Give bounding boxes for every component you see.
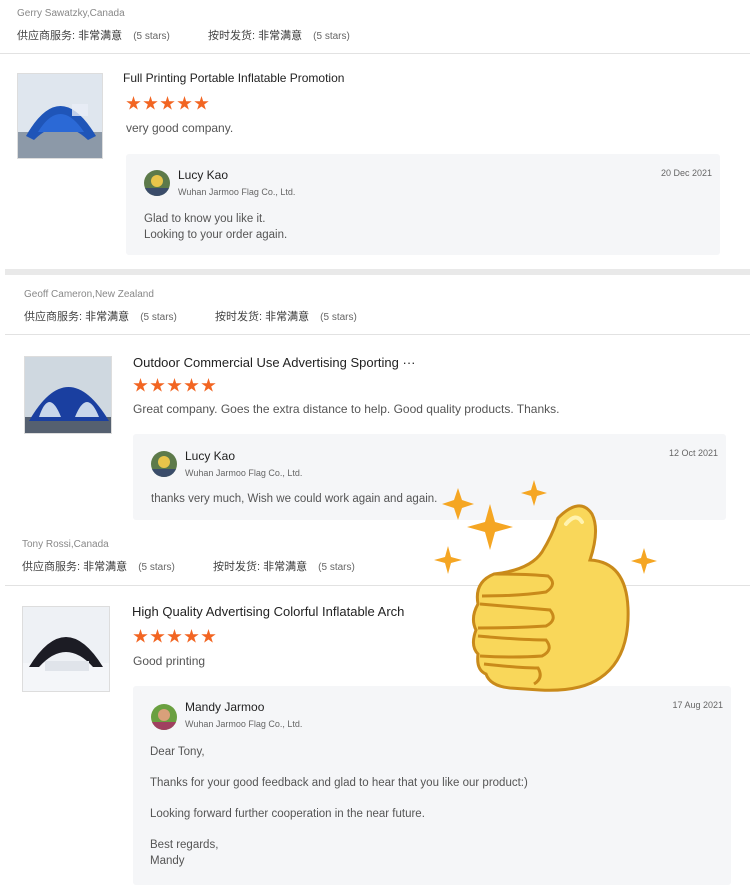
service-value: 非常满意 [78,30,123,42]
supplier-reply: Lucy Kao Wuhan Jarmoo Flag Co., Ltd. 20 … [126,154,720,255]
delivery-label: 按时发货: [207,30,256,42]
avatar [144,170,170,196]
service-value: 非常满意 [85,311,130,323]
service-value: 非常满意 [83,561,128,573]
delivery-value: 非常满意 [265,311,310,323]
sparkle-icon [434,546,462,574]
star-icon [167,629,182,643]
reply-date: 17 Aug 2021 [672,700,723,710]
rating-summary: 供应商服务: 非常满意 (5 stars) 按时发货: 非常满意 (5 star… [24,308,357,324]
star-rating [133,629,216,644]
sparkle-icon [521,480,547,506]
star-icon [160,96,175,110]
review-comment: Good printing [133,654,206,668]
star-icon [194,96,209,110]
sparkle-icon [467,504,513,550]
star-icon [167,378,182,392]
supplier-reply: Mandy Jarmoo Wuhan Jarmoo Flag Co., Ltd.… [133,686,731,885]
star-icon [143,96,158,110]
delivery-value: 非常满意 [263,561,308,573]
reply-line: Thanks for your good feedback and glad t… [150,777,528,789]
customer-name: Geoff Cameron,New Zealand [24,289,154,300]
product-title[interactable]: Outdoor Commercial Use Advertising Sport… [133,355,416,370]
review-comment: very good company. [126,121,234,135]
star-icon [184,378,199,392]
star-icon [201,378,216,392]
star-icon [201,629,216,643]
reply-line: Mandy [150,855,185,867]
reply-line: Dear Tony, [150,746,205,758]
reply-line: Glad to know you like it. [144,213,266,225]
delivery-stars-text: (5 stars) [318,562,355,573]
delivery-stars-text: (5 stars) [313,31,350,42]
product-thumbnail[interactable] [22,606,110,692]
sparkle-icon [631,548,657,574]
reply-author: Mandy Jarmoo [185,700,265,714]
sparkle-icon [442,488,474,520]
service-label: 供应商服务: [17,30,76,42]
product-thumbnail[interactable] [24,356,112,434]
reply-line: Looking forward further cooperation in t… [150,808,425,820]
star-icon [150,378,165,392]
rating-summary: 供应商服务: 非常满意 (5 stars) 按时发货: 非常满意 (5 star… [17,27,350,43]
service-stars-text: (5 stars) [140,312,177,323]
reply-author: Lucy Kao [178,168,229,182]
star-rating [133,378,216,393]
delivery-label: 按时发货: [212,561,261,573]
product-title[interactable]: High Quality Advertising Colorful Inflat… [132,604,404,619]
star-icon [133,378,148,392]
reply-line: Best regards, [150,839,219,851]
reply-date: 12 Oct 2021 [668,448,718,458]
reply-company: Wuhan Jarmoo Flag Co., Ltd. [178,187,296,197]
reply-line: thanks very much, Wish we could work aga… [151,493,438,505]
delivery-value: 非常满意 [258,30,303,42]
star-icon [133,629,148,643]
avatar [151,451,177,477]
avatar [151,704,177,730]
service-stars-text: (5 stars) [138,562,175,573]
section-separator [5,269,750,275]
delivery-stars-text: (5 stars) [320,312,357,323]
thumbs-up-icon [434,480,657,692]
reply-company: Wuhan Jarmoo Flag Co., Ltd. [185,719,303,729]
customer-name: Tony Rossi,Canada [22,539,109,550]
customer-name: Gerry Sawatzky,Canada [17,8,125,19]
reply-date: 20 Dec 2021 [660,168,712,178]
product-title[interactable]: Full Printing Portable Inflatable Promot… [123,71,344,85]
reply-line: Looking to your order again. [144,229,288,241]
star-icon [126,96,141,110]
rating-summary: 供应商服务: 非常满意 (5 stars) 按时发货: 非常满意 (5 star… [22,558,355,574]
reply-company: Wuhan Jarmoo Flag Co., Ltd. [185,468,303,478]
service-label: 供应商服务: [24,311,83,323]
star-icon [184,629,199,643]
star-rating [126,96,209,111]
reply-author: Lucy Kao [185,449,236,463]
review-comment: Great company. Goes the extra distance t… [133,402,560,416]
star-icon [150,629,165,643]
divider [0,53,750,54]
star-icon [177,96,192,110]
delivery-label: 按时发货: [214,311,263,323]
service-stars-text: (5 stars) [133,31,170,42]
service-label: 供应商服务: [22,561,81,573]
product-thumbnail[interactable] [17,73,103,159]
divider [5,334,750,335]
